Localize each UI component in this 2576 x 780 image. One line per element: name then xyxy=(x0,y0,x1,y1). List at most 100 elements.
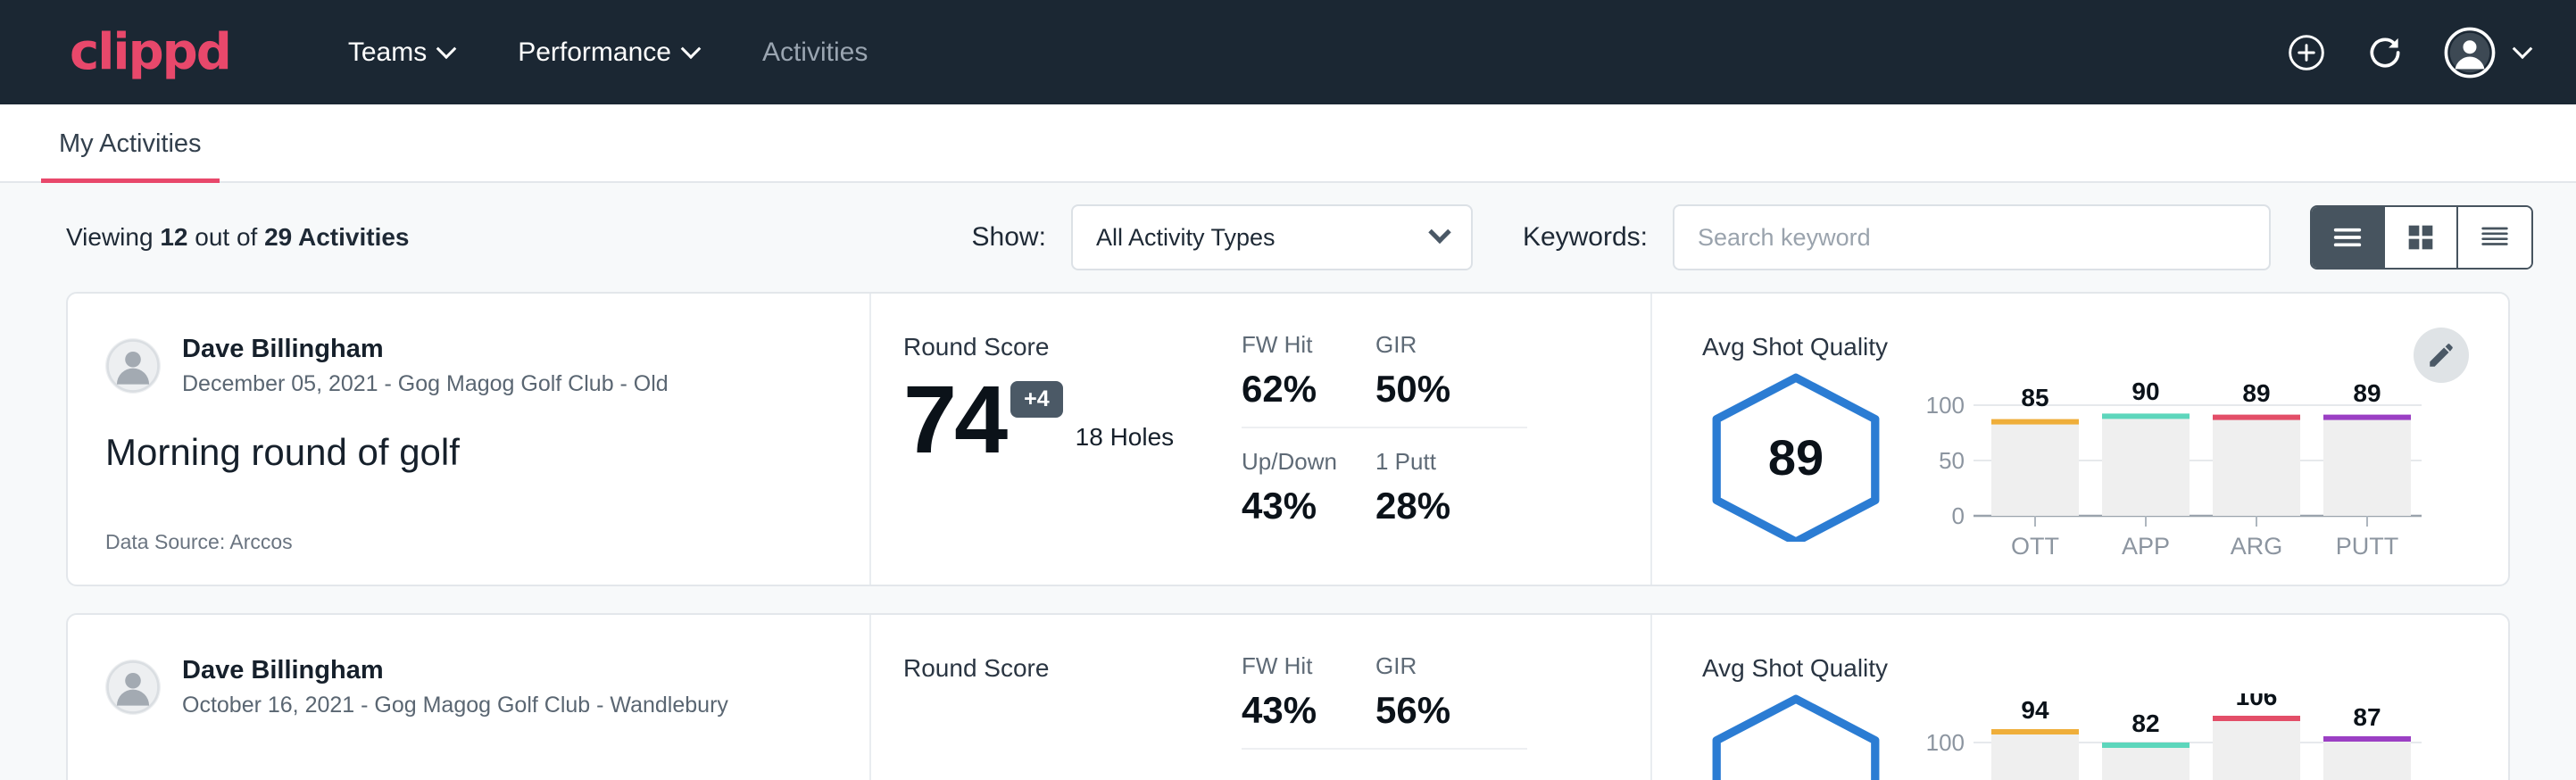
add-activity-button[interactable] xyxy=(2287,33,2326,72)
activity-info-column: Dave Billingham October 16, 2021 - Gog M… xyxy=(68,615,871,780)
avg-shot-quality-value xyxy=(1702,693,1890,780)
xtick-app: APP xyxy=(2122,533,2170,560)
shot-quality-bar-chart: 100 94 82 106 87 xyxy=(1922,693,2431,780)
account-menu-button[interactable] xyxy=(2444,27,2530,79)
search-input[interactable] xyxy=(1673,204,2271,270)
list-view-icon xyxy=(2330,220,2365,255)
view-mode-toggle-group xyxy=(2310,205,2533,270)
stat-gir: GIR 56% xyxy=(1375,652,1527,750)
viewing-total: 29 Activities xyxy=(264,223,409,251)
stat-fw-hit-label: FW Hit xyxy=(1242,331,1375,359)
shot-quality-bar-chart: 100 50 0 xyxy=(1922,372,2431,568)
nav-item-performance[interactable]: Performance xyxy=(486,37,730,68)
bar-chart-svg: 100 50 0 xyxy=(1922,372,2431,564)
bar-value-putt: 87 xyxy=(2353,703,2381,731)
activity-title: Morning round of golf xyxy=(105,431,834,474)
bar-value-putt: 89 xyxy=(2353,379,2381,407)
plus-circle-icon xyxy=(2287,33,2326,72)
bar-value-app: 90 xyxy=(2131,378,2159,405)
round-stats-grid: FW Hit 43% GIR 56% xyxy=(1242,652,1650,769)
show-label: Show: xyxy=(972,222,1046,253)
nav-actions xyxy=(2287,27,2530,79)
page-tab-bar: My Activities xyxy=(0,104,2576,183)
stat-up-down-value: 43% xyxy=(1242,485,1375,527)
avg-shot-quality-label: Avg Shot Quality xyxy=(1702,654,2508,683)
stat-fw-hit-value: 43% xyxy=(1242,689,1375,732)
activity-type-select[interactable]: All Activity Types xyxy=(1071,204,1473,270)
activity-type-select-value: All Activity Types xyxy=(1096,224,1276,252)
person-avatar-icon xyxy=(105,338,161,394)
round-stats-grid: FW Hit 62% GIR 50% Up/Down 43% 1 Putt 28… xyxy=(1242,331,1650,544)
shot-quality-body: 100 94 82 106 87 xyxy=(1702,693,2508,780)
xtick-arg: ARG xyxy=(2231,533,2283,560)
avatar xyxy=(105,660,161,715)
activity-info-column: Dave Billingham December 05, 2021 - Gog … xyxy=(68,294,871,585)
activity-meta: December 05, 2021 - Gog Magog Golf Club … xyxy=(182,369,669,399)
round-stats-column: FW Hit 43% GIR 56% xyxy=(1242,615,1652,780)
stat-1-putt: 1 Putt 28% xyxy=(1375,448,1527,544)
activity-card[interactable]: Dave Billingham October 16, 2021 - Gog M… xyxy=(66,613,2510,780)
ytick-50: 50 xyxy=(1939,447,1965,474)
primary-nav-links: Teams Performance Activities xyxy=(316,37,900,68)
chevron-down-icon xyxy=(681,38,702,59)
stat-up-down-label: Up/Down xyxy=(1242,448,1375,476)
stat-1-putt-value: 28% xyxy=(1375,485,1527,527)
stat-up-down: Up/Down 43% xyxy=(1242,448,1375,544)
grid-view-button[interactable] xyxy=(2385,207,2458,268)
bar-value-ott: 94 xyxy=(2021,696,2049,724)
activity-player: Dave Billingham October 16, 2021 - Gog M… xyxy=(105,654,834,720)
shot-quality-column: Avg Shot Quality 89 100 50 0 xyxy=(1652,294,2508,585)
avg-shot-quality-label: Avg Shot Quality xyxy=(1702,333,2508,361)
shot-quality-column: Avg Shot Quality 100 xyxy=(1652,615,2508,780)
nav-item-teams[interactable]: Teams xyxy=(316,37,486,68)
stat-gir-label: GIR xyxy=(1375,652,1527,680)
chevron-down-icon xyxy=(2513,38,2533,59)
nav-item-activities-label: Activities xyxy=(762,37,868,68)
tab-my-activities[interactable]: My Activities xyxy=(41,129,220,183)
top-navigation-bar: clippd Teams Performance Activities xyxy=(0,0,2576,104)
avatar xyxy=(105,338,161,394)
viewing-count: 12 xyxy=(160,223,187,251)
refresh-button[interactable] xyxy=(2365,33,2405,72)
stat-fw-hit-value: 62% xyxy=(1242,368,1375,411)
stat-fw-hit-label: FW Hit xyxy=(1242,652,1375,680)
round-score-label: Round Score xyxy=(903,654,1242,683)
stat-gir: GIR 50% xyxy=(1375,331,1527,428)
shot-quality-body: 89 100 50 0 xyxy=(1702,372,2508,568)
player-name: Dave Billingham xyxy=(182,333,669,365)
round-score-column: Round Score 74 +4 18 Holes xyxy=(871,294,1242,585)
stat-fw-hit: FW Hit 43% xyxy=(1242,652,1375,750)
grid-view-icon xyxy=(2403,220,2439,255)
ytick-100: 100 xyxy=(1926,392,1965,419)
bar-value-ott: 85 xyxy=(2021,384,2048,411)
keywords-label: Keywords: xyxy=(1523,222,1648,253)
edit-activity-button[interactable] xyxy=(2414,328,2469,383)
clippd-logo[interactable]: clippd xyxy=(70,28,230,78)
account-avatar-icon xyxy=(2444,27,2496,79)
pencil-icon xyxy=(2426,340,2456,370)
stat-gir-value: 56% xyxy=(1375,689,1527,732)
shot-quality-hexagon xyxy=(1702,693,1890,780)
list-view-button[interactable] xyxy=(2312,207,2385,268)
data-source-label: Data Source: Arccos xyxy=(105,530,293,554)
stat-gir-value: 50% xyxy=(1375,368,1527,411)
avg-shot-quality-value: 89 xyxy=(1702,372,1890,542)
round-score-row: 74 +4 18 Holes xyxy=(903,374,1242,466)
stat-1-putt-label: 1 Putt xyxy=(1375,448,1527,476)
shot-quality-hexagon: 89 xyxy=(1702,372,1890,542)
stat-gir-label: GIR xyxy=(1375,331,1527,359)
ytick-100: 100 xyxy=(1926,729,1965,756)
filter-toolbar: Viewing 12 out of 29 Activities Show: Al… xyxy=(0,183,2576,292)
activity-meta: October 16, 2021 - Gog Magog Golf Club -… xyxy=(182,691,728,720)
bar-value-arg: 106 xyxy=(2236,693,2278,710)
stat-fw-hit: FW Hit 62% xyxy=(1242,331,1375,428)
nav-item-teams-label: Teams xyxy=(348,37,427,68)
nav-item-activities[interactable]: Activities xyxy=(730,37,900,68)
player-name: Dave Billingham xyxy=(182,654,728,686)
holes-played: 18 Holes xyxy=(1076,423,1175,452)
viewing-prefix: Viewing xyxy=(66,223,160,251)
bar-value-app: 82 xyxy=(2131,709,2159,737)
compact-view-button[interactable] xyxy=(2458,207,2531,268)
activity-card[interactable]: Dave Billingham December 05, 2021 - Gog … xyxy=(66,292,2510,586)
round-stats-column: FW Hit 62% GIR 50% Up/Down 43% 1 Putt 28… xyxy=(1242,294,1652,585)
